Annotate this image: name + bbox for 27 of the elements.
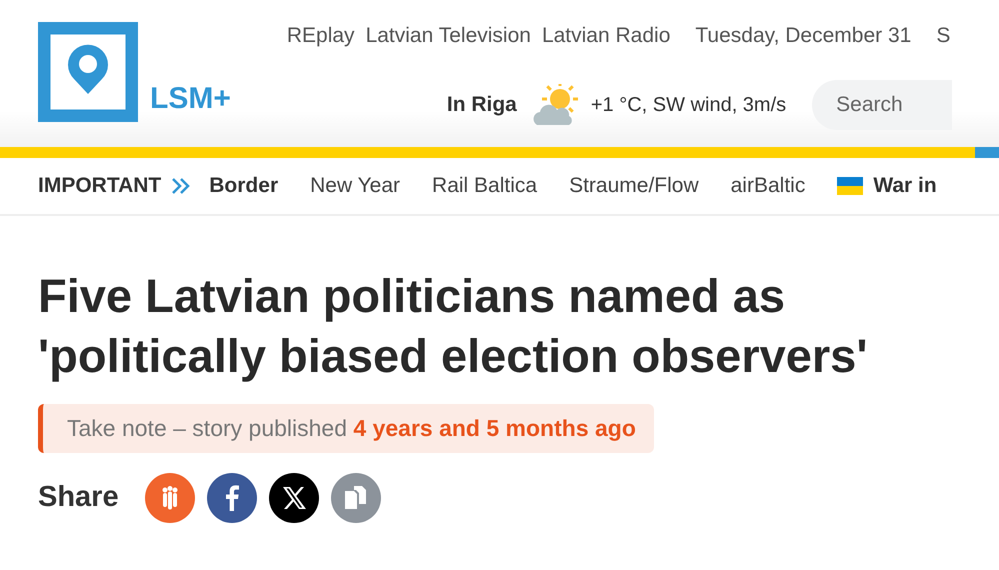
city-label: In Riga [446,92,517,118]
people-icon [160,485,179,511]
topic-link[interactable]: Border [209,170,278,202]
facebook-icon [224,485,239,511]
flag-icon [837,177,864,195]
topic-link[interactable]: Rail Baltica [432,170,538,202]
share-label: Share [38,480,119,516]
top-link[interactable]: Latvian Television [366,20,531,52]
topic-link[interactable]: Straume/Flow [569,170,699,202]
copy-icon [344,485,368,511]
x-icon [282,487,306,509]
date-text: Tuesday, December 31 [695,23,912,49]
top-link[interactable]: Latvian Radio [542,20,670,52]
weather-reading: +1 °C, SW wind, 3m/s [590,92,786,118]
article-title: Five Latvian politicians named as 'politically biased election observers' [38,268,868,384]
chevrons-icon [171,177,192,195]
topic-link[interactable]: New Year [310,170,400,202]
topic-link[interactable]: airBaltic [730,170,806,202]
age-notice: Take note – story published 4 years and 5 months ago [38,404,654,453]
sun-cloud-icon [532,84,579,126]
search-field[interactable]: Search [812,80,952,130]
topic-link[interactable]: War in [837,170,937,202]
top-link[interactable]: REplay [286,20,355,52]
logo-text: LSM+ [150,84,231,114]
important-label: IMPORTANT [38,173,162,200]
logo-icon[interactable] [38,22,138,122]
top-link[interactable]: S [936,20,950,52]
